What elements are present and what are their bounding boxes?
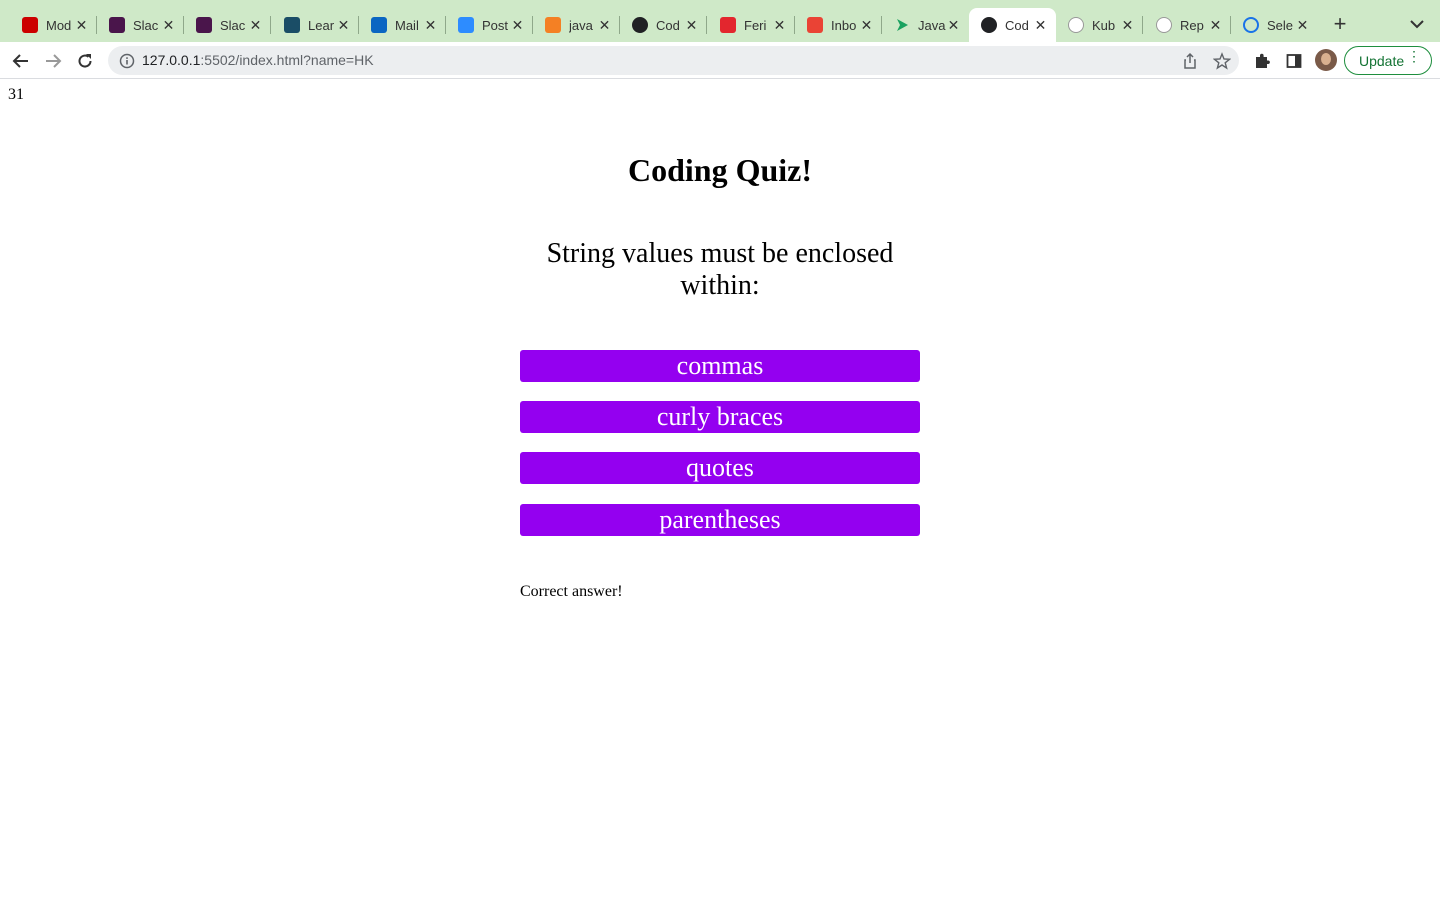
- browser-tab[interactable]: Java ✕: [882, 8, 969, 42]
- chevron-down-icon: [1410, 20, 1424, 29]
- play-arrow-icon: [894, 17, 910, 33]
- close-icon[interactable]: ✕: [336, 17, 351, 34]
- learn-icon: [284, 17, 300, 33]
- tab-title: java: [569, 17, 593, 33]
- update-label: Update: [1359, 52, 1405, 69]
- browser-tab[interactable]: Lear ✕: [272, 8, 359, 42]
- stackoverflow-icon: [545, 17, 561, 33]
- browser-tab[interactable]: Inbo ✕: [795, 8, 882, 42]
- side-panel-icon: [1286, 54, 1302, 68]
- tab-separator: [1142, 16, 1143, 34]
- forward-button[interactable]: [40, 48, 66, 74]
- slack-icon: [196, 17, 212, 33]
- browser-tab[interactable]: Slac ✕: [184, 8, 271, 42]
- arrow-left-icon: [12, 54, 28, 68]
- share-icon[interactable]: [1181, 52, 1199, 70]
- browser-tab[interactable]: Rep ✕: [1144, 8, 1231, 42]
- tab-title: Cod: [656, 17, 680, 33]
- tab-title: Slac: [133, 17, 159, 33]
- browser-tab[interactable]: Cod ✕: [969, 8, 1056, 42]
- new-tab-button[interactable]: +: [1328, 12, 1352, 36]
- tab-title: Lear: [308, 17, 335, 33]
- close-icon[interactable]: ✕: [772, 17, 787, 34]
- slack-icon: [109, 17, 125, 33]
- tab-strip: Mod ✕ Slac ✕ Slac ✕ Lear ✕ Mail ✕ Post ✕ java ✕ Cod ✕ Fe…: [0, 0, 1440, 42]
- close-icon[interactable]: ✕: [859, 17, 874, 34]
- answer-feedback: Correct answer!: [520, 583, 623, 600]
- browser-tab[interactable]: Slac ✕: [97, 8, 184, 42]
- tab-title: Mail: [395, 17, 419, 33]
- more-menu-icon[interactable]: ⋮: [1407, 49, 1421, 63]
- tab-title: Inbo: [831, 17, 857, 33]
- timer: 31: [8, 86, 24, 103]
- tab-title: Feri: [744, 17, 767, 33]
- selenium-icon: [1243, 17, 1259, 33]
- back-button[interactable]: [8, 48, 34, 74]
- university-u-icon: [22, 17, 38, 33]
- url-host: 127.0.0.1: [142, 52, 201, 68]
- browser-tab[interactable]: java ✕: [533, 8, 620, 42]
- browser-tab[interactable]: Sele ✕: [1231, 8, 1318, 42]
- close-icon[interactable]: ✕: [1295, 17, 1310, 34]
- tab-title: Post: [482, 17, 509, 33]
- tab-title: Kub: [1092, 17, 1116, 33]
- puzzle-icon: [1256, 53, 1270, 68]
- github-icon: [1156, 17, 1172, 33]
- tab-separator: [706, 16, 707, 34]
- shield-icon: [720, 17, 736, 33]
- globe-icon: [981, 17, 997, 33]
- tab-title: Rep: [1180, 17, 1204, 33]
- side-panel-button[interactable]: [1281, 48, 1307, 74]
- close-icon[interactable]: ✕: [597, 17, 612, 34]
- url-path: :5502/index.html?name=HK: [200, 52, 374, 68]
- browser-tab[interactable]: Kub ✕: [1056, 8, 1143, 42]
- github-icon: [1068, 17, 1084, 33]
- tab-title: Sele: [1267, 17, 1294, 33]
- gmail-icon: [807, 17, 823, 33]
- answer-button-commas[interactable]: commas: [520, 350, 920, 382]
- zoom-icon: [458, 17, 474, 33]
- close-icon[interactable]: ✕: [423, 17, 438, 34]
- close-icon[interactable]: ✕: [248, 17, 263, 34]
- page-title: Coding Quiz!: [627, 152, 813, 188]
- tab-title: Mod: [46, 17, 72, 33]
- bookmark-star-icon[interactable]: [1212, 52, 1232, 70]
- browser-toolbar: 127.0.0.1:5502/index.html?name=HK Update…: [0, 42, 1440, 79]
- info-icon[interactable]: [119, 53, 135, 74]
- close-icon[interactable]: ✕: [74, 17, 89, 34]
- close-icon[interactable]: ✕: [510, 17, 525, 34]
- tab-title: Slac: [220, 17, 246, 33]
- profile-avatar[interactable]: [1315, 49, 1337, 71]
- outlook-icon: [371, 17, 387, 33]
- close-icon[interactable]: ✕: [1033, 17, 1048, 34]
- close-icon[interactable]: ✕: [1120, 17, 1135, 34]
- browser-tab[interactable]: Mail ✕: [359, 8, 446, 42]
- browser-tab[interactable]: Mod ✕: [10, 8, 97, 42]
- tab-separator: [270, 16, 271, 34]
- tab-title: Cod: [1005, 17, 1029, 33]
- close-icon[interactable]: ✕: [946, 17, 961, 34]
- browser-tab[interactable]: Post ✕: [446, 8, 533, 42]
- arrow-right-icon: [46, 54, 62, 68]
- answer-button-curly-braces[interactable]: curly braces: [520, 401, 920, 433]
- url-text[interactable]: 127.0.0.1:5502/index.html?name=HK: [142, 52, 374, 68]
- reload-button[interactable]: [72, 48, 98, 74]
- question-text: String values must be enclosed within:: [546, 238, 894, 301]
- close-icon[interactable]: ✕: [684, 17, 699, 34]
- address-bar[interactable]: 127.0.0.1:5502/index.html?name=HK: [108, 46, 1239, 75]
- close-icon[interactable]: ✕: [1208, 17, 1223, 34]
- close-icon[interactable]: ✕: [161, 17, 176, 34]
- browser-tab[interactable]: Feri ✕: [708, 8, 795, 42]
- reload-icon: [78, 54, 92, 68]
- update-button[interactable]: Update ⋮: [1344, 46, 1432, 75]
- extensions-button[interactable]: [1249, 48, 1275, 74]
- browser-tab[interactable]: Cod ✕: [620, 8, 707, 42]
- answer-button-parentheses[interactable]: parentheses: [520, 504, 920, 536]
- tab-search-button[interactable]: [1406, 14, 1428, 34]
- globe-icon: [632, 17, 648, 33]
- tab-title: Java: [918, 17, 946, 33]
- answer-button-quotes[interactable]: quotes: [520, 452, 920, 484]
